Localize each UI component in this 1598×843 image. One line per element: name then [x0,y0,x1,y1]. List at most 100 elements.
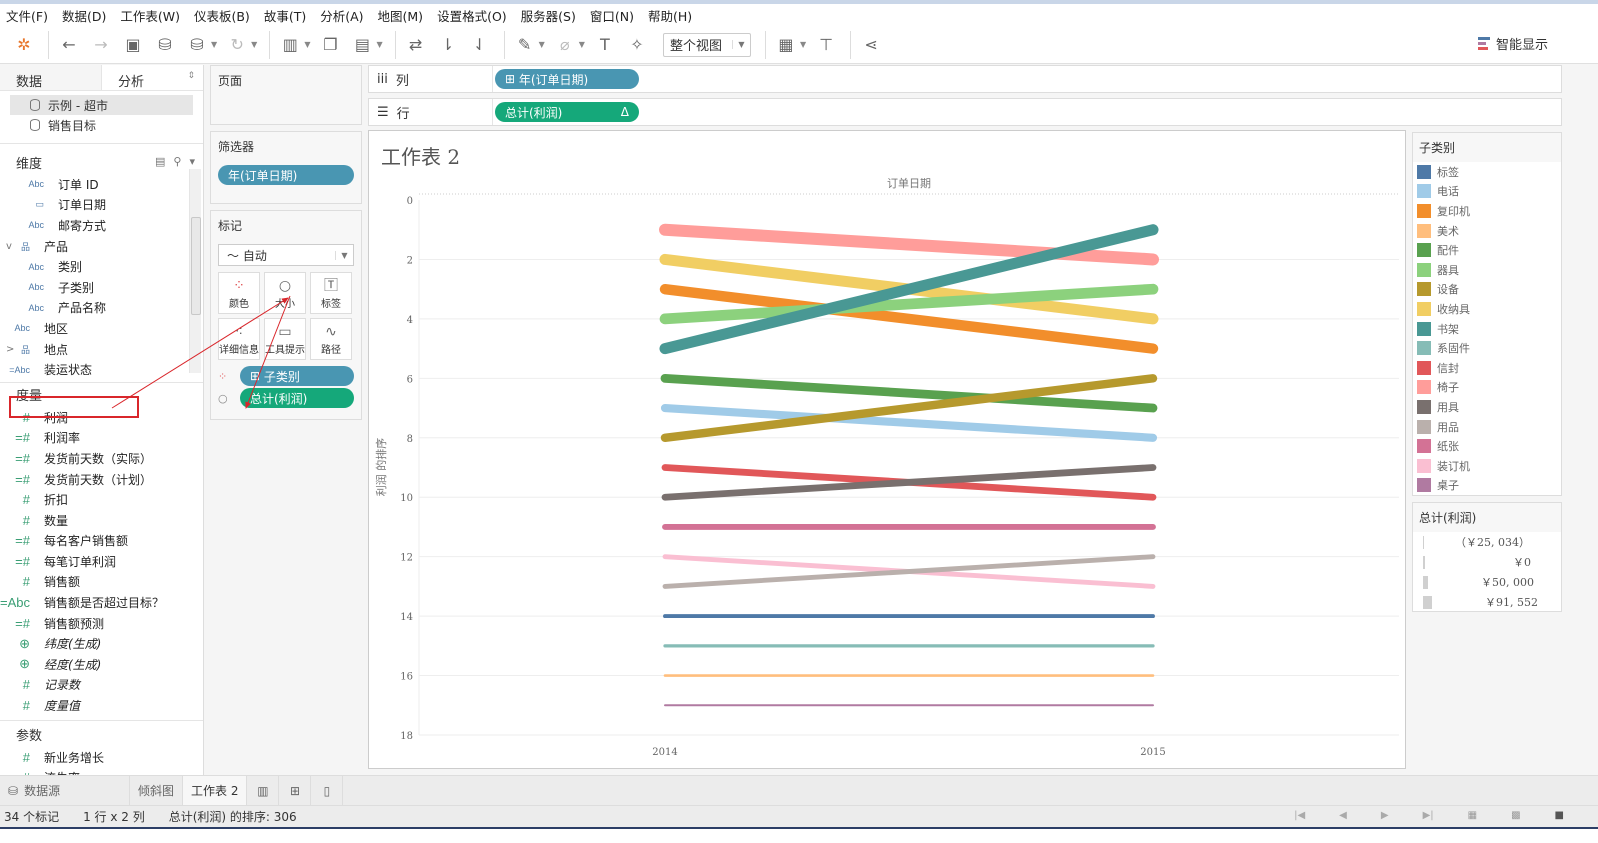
field-item[interactable]: =# 每名客户销售额 [0,531,203,552]
caret-icon[interactable]: ▼ [251,40,257,49]
legend-item[interactable]: 标签 [1413,162,1561,182]
new-datasource-icon[interactable]: ⛁ [151,31,179,59]
sort-descending-icon[interactable]: ⇃ [466,31,494,59]
field-item[interactable]: ⊕ 纬度(生成) [0,633,203,654]
menu-item[interactable]: 分析(A) [320,6,363,25]
field-item[interactable]: =# 销售额预测 [0,613,203,634]
datasource-item[interactable]: 销售目标 [10,115,193,135]
menu-item[interactable]: 工作表(W) [120,6,180,25]
field-item[interactable]: =Abc 装运状态 [0,359,203,380]
tab-data[interactable]: 数据 [0,65,101,90]
legend-item[interactable]: 信封 [1413,358,1561,378]
mark-pill-profit[interactable]: 总计(利润) [240,388,354,408]
group-icon[interactable]: ⌀ [551,31,579,59]
menu-item[interactable]: 文件(F) [6,6,48,25]
legend-item[interactable]: 复印机 [1413,201,1561,221]
mark-pill-subcategory[interactable]: ⊞ 子类别 [240,366,354,386]
filmstrip-icon[interactable]: ▩ [1511,810,1520,821]
color-button[interactable]: ⁘ 颜色 [218,272,260,314]
legend-item[interactable]: 设备 [1413,280,1561,300]
field-item[interactable]: ⊕ 经度(生成) [0,654,203,675]
field-item[interactable]: =Abc 销售额是否超过目标？ [0,592,203,613]
pause-updates-icon[interactable]: ⛁ [183,31,211,59]
sort-icon[interactable]: ⇕ [187,71,195,81]
field-item[interactable]: # 数量 [0,510,203,531]
smart-show-button[interactable]: 智能显示 [1477,34,1548,53]
label-button[interactable]: 🅃 标签 [310,272,352,314]
undo-icon[interactable]: ← [55,31,83,59]
caret-icon[interactable]: ▼ [800,40,806,49]
tab-datasource[interactable]: ⛁ 数据源 [0,776,130,805]
tableau-logo-icon[interactable]: ✲ [10,31,38,59]
menu-item[interactable]: 设置格式(O) [437,6,507,25]
tabs-view-icon[interactable]: ■ [1555,810,1564,821]
prev-page-icon[interactable]: ◀ [1339,810,1347,821]
new-dashboard-icon[interactable]: ⊞ [279,776,312,805]
tab-analysis[interactable]: 分析 ⇕ [101,65,203,90]
legend-item[interactable]: 配件 [1413,240,1561,260]
pin-icon[interactable]: ✧ [623,31,651,59]
caret-icon[interactable]: ▼ [304,40,310,49]
field-item[interactable]: Abc 子类别 [0,277,203,298]
new-story-icon[interactable]: ▯ [311,776,344,805]
caret-icon[interactable]: ▼ [211,40,217,49]
sort-ascending-icon[interactable]: ⇂ [434,31,462,59]
last-page-icon[interactable]: ▶| [1423,810,1434,821]
view-list-icon[interactable]: ▤ [155,155,165,168]
search-icon[interactable]: ⚲ [173,155,181,168]
legend-item[interactable]: 桌子 [1413,476,1561,496]
next-page-icon[interactable]: ▶ [1381,810,1389,821]
legend-item[interactable]: 书架 [1413,319,1561,339]
legend-item[interactable]: 电话 [1413,182,1561,202]
dimensions-scrollbar[interactable] [189,169,201,373]
path-button[interactable]: ∿ 路径 [310,318,352,360]
expand-icon[interactable]: > [6,344,14,355]
menu-item[interactable]: 故事(T) [264,6,306,25]
field-item[interactable]: # 度量值 [0,695,203,716]
menu-item[interactable]: 服务器(S) [521,6,576,25]
presentation-icon[interactable]: ⊤ [812,31,840,59]
menu-item[interactable]: 仪表板(B) [194,6,250,25]
scroll-thumb[interactable] [191,217,201,315]
legend-item[interactable]: 美术 [1413,221,1561,241]
menu-item[interactable]: 地图(M) [378,6,424,25]
view-fit-select[interactable]: 整个视图 ▼ [662,32,751,57]
menu-item[interactable]: 帮助(H) [648,6,692,25]
duplicate-sheet-icon[interactable]: ❐ [316,31,344,59]
columns-shelf[interactable]: iii 列 ⊞ 年(订单日期) [368,65,1562,93]
field-item[interactable]: Abc 订单 ID [0,174,203,195]
legend-item[interactable]: 纸张 [1413,436,1561,456]
legend-item[interactable]: 椅子 [1413,378,1561,398]
clear-sheet-icon[interactable]: ▤ [348,31,376,59]
field-item[interactable]: Abc 产品名称 [0,298,203,319]
share-icon[interactable]: ⋖ [857,31,885,59]
field-item[interactable]: ▭ 订单日期 [0,195,203,216]
legend-item[interactable]: 收纳具 [1413,299,1561,319]
field-item[interactable]: =# 利润率 [0,428,203,449]
menu-item[interactable]: 窗口(N) [590,6,634,25]
field-item[interactable]: # 折扣 [0,489,203,510]
swap-icon[interactable]: ⇄ [402,31,430,59]
save-icon[interactable]: ▣ [119,31,147,59]
caret-icon[interactable]: ▼ [579,40,585,49]
rows-shelf[interactable]: ☰ 行 总计(利润) Δ [368,98,1562,126]
expand-icon[interactable]: v [6,241,12,252]
menu-item[interactable]: 数据(D) [62,6,106,25]
legend-item[interactable]: 用品 [1413,417,1561,437]
show-cards-icon[interactable]: ▦ [772,31,800,59]
sheet-sorter-icon[interactable]: ▦ [1468,810,1477,821]
refresh-icon[interactable]: ↻ [223,31,251,59]
redo-icon[interactable]: → [87,31,115,59]
size-button[interactable]: ○ 大小 [264,272,306,314]
detail-button[interactable]: ⁖ 详细信息 [218,318,260,360]
filter-pill[interactable]: 年(订单日期) [218,165,354,185]
datasource-item[interactable]: 示例 - 超市 [10,95,193,115]
field-item[interactable]: # 新业务增长 [0,747,203,768]
mark-type-select[interactable]: 〜 自动 ▼ [218,244,354,266]
labels-icon[interactable]: T [591,31,619,59]
rows-pill[interactable]: 总计(利润) Δ [495,102,639,122]
first-page-icon[interactable]: |◀ [1294,810,1305,821]
tooltip-button[interactable]: ▭ 工具提示 [264,318,306,360]
legend-item[interactable]: 装订机 [1413,456,1561,476]
tab-slope[interactable]: 倾斜图 [130,776,184,805]
